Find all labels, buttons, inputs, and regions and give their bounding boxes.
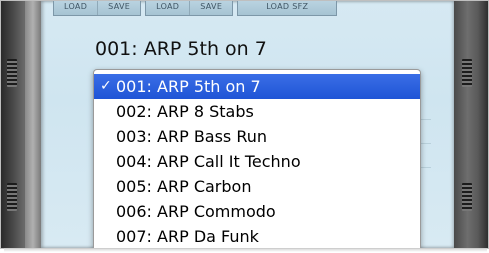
load-sfz-button[interactable]: LOAD SFZ — [238, 1, 336, 15]
bank-file-buttons: LOAD SAVE — [145, 1, 234, 16]
menu-item-label: 001: ARP 5th on 7 — [116, 77, 261, 96]
menu-item-selected[interactable]: ✓ 001: ARP 5th on 7 — [94, 74, 420, 99]
menu-item[interactable]: 007: ARP Da Funk — [94, 224, 420, 248]
menu-item-label: 007: ARP Da Funk — [116, 227, 259, 246]
rail-grip — [7, 183, 17, 211]
rail-grip — [462, 183, 472, 211]
menu-item-label: 004: ARP Call It Techno — [116, 152, 301, 171]
sfz-file-buttons: LOAD SFZ — [237, 1, 338, 16]
menu-item-label: 005: ARP Carbon — [116, 177, 252, 196]
rail-grip — [7, 59, 17, 87]
load-button[interactable]: LOAD — [54, 1, 97, 15]
preset-name-display[interactable]: 001: ARP 5th on 7 — [95, 38, 267, 60]
menu-item-label: 002: ARP 8 Stabs — [116, 102, 254, 121]
right-rail — [454, 1, 488, 248]
preset-popup-menu: ✓ 001: ARP 5th on 7 002: ARP 8 Stabs 003… — [93, 69, 421, 248]
menu-item-label: 006: ARP Commodo — [116, 202, 276, 221]
rail-strip — [25, 1, 41, 248]
menu-item[interactable]: 005: ARP Carbon — [94, 174, 420, 199]
left-rail — [1, 1, 43, 248]
menu-item[interactable]: 004: ARP Call It Techno — [94, 149, 420, 174]
menu-item[interactable]: 006: ARP Commodo — [94, 199, 420, 224]
rail-grip — [462, 59, 472, 87]
save-button[interactable]: SAVE — [97, 1, 140, 15]
screenshot-frame: LOAD SAVE LOAD SAVE LOAD SFZ 001: ARP 5t… — [0, 0, 489, 249]
menu-item-label: 003: ARP Bass Run — [116, 127, 268, 146]
menu-item[interactable]: 002: ARP 8 Stabs — [94, 99, 420, 124]
load-bank-button[interactable]: LOAD — [146, 1, 189, 15]
save-bank-button[interactable]: SAVE — [189, 1, 232, 15]
checkmark-icon: ✓ — [100, 78, 112, 94]
file-button-strip: LOAD SAVE LOAD SAVE LOAD SFZ — [53, 1, 341, 16]
menu-item[interactable]: 003: ARP Bass Run — [94, 124, 420, 149]
preset-file-buttons: LOAD SAVE — [53, 1, 142, 16]
frame-shadow — [4, 248, 487, 252]
